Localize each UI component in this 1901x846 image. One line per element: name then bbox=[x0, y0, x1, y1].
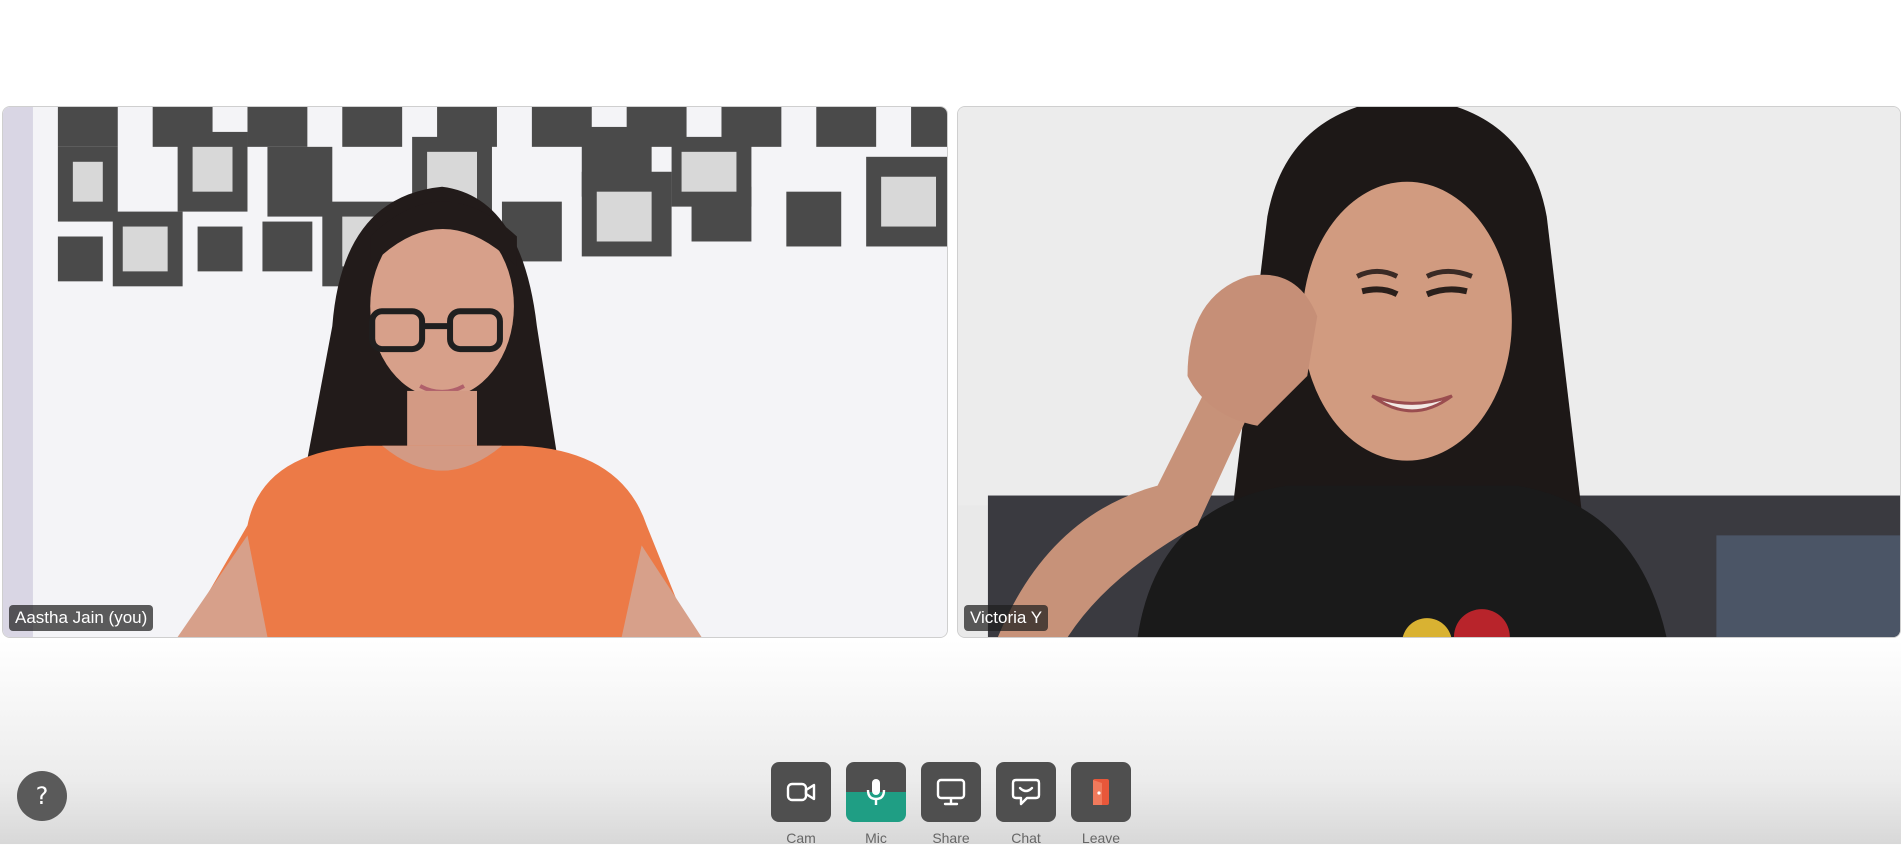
chat-icon bbox=[1011, 778, 1041, 806]
leave-door-icon bbox=[1093, 779, 1109, 805]
cam-button[interactable]: Cam bbox=[771, 762, 831, 846]
microphone-icon bbox=[866, 779, 886, 805]
leave-button-tile[interactable] bbox=[1071, 762, 1131, 822]
call-stage: Aastha Jain (you) Victoria Y ? Cam Mic S… bbox=[0, 0, 1901, 846]
help-icon: ? bbox=[35, 782, 49, 810]
chat-button[interactable]: Chat bbox=[996, 762, 1056, 846]
chat-button-tile[interactable] bbox=[996, 762, 1056, 822]
video-tile-aastha[interactable]: Aastha Jain (you) bbox=[2, 106, 948, 638]
video-feed-victoria bbox=[958, 107, 1900, 637]
share-button[interactable]: Share bbox=[921, 762, 981, 846]
video-tile-victoria[interactable]: Victoria Y bbox=[957, 106, 1901, 638]
mic-button[interactable]: Mic bbox=[846, 762, 906, 846]
participant-name-tag: Aastha Jain (you) bbox=[9, 605, 154, 631]
share-button-tile[interactable] bbox=[921, 762, 981, 822]
camera-icon bbox=[786, 782, 816, 802]
screen-share-icon bbox=[936, 778, 966, 806]
call-controls-bar: Cam Mic Share Chat Leave bbox=[771, 762, 1131, 846]
mic-button-tile[interactable] bbox=[846, 762, 906, 822]
leave-button[interactable]: Leave bbox=[1071, 762, 1131, 846]
help-button[interactable]: ? bbox=[17, 771, 67, 821]
video-feed-aastha bbox=[3, 107, 947, 637]
participant-name-tag: Victoria Y bbox=[964, 605, 1049, 631]
cam-button-tile[interactable] bbox=[771, 762, 831, 822]
